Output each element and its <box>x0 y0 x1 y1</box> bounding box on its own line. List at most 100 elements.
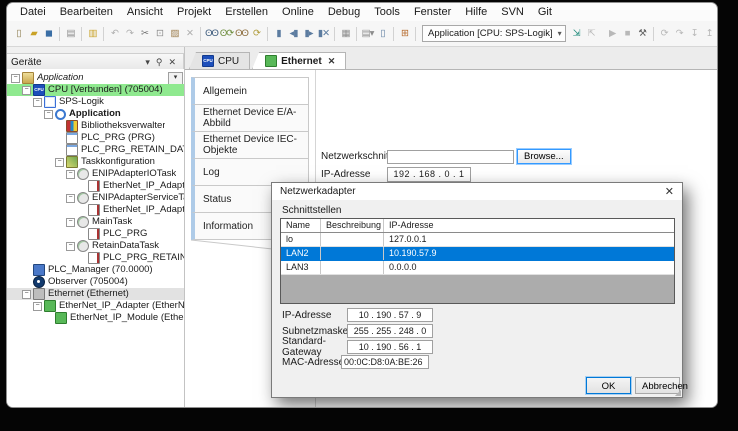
tree-item-retaindatatask[interactable]: −RetainDataTask <box>7 240 184 252</box>
cancel-button[interactable]: Abbrechen <box>635 377 680 394</box>
editor-sidebar-item-ethernet-device-e-a-abbild[interactable]: Ethernet Device E/A-Abbild <box>191 105 309 132</box>
browse-button[interactable]: Browse... <box>517 149 571 164</box>
tree-item-application[interactable]: −Application▾ <box>7 72 184 84</box>
save-icon[interactable]: ◼ <box>41 25 56 42</box>
tree-item-cpu-verbunden-705004[interactable]: −CPU [Verbunden] (705004) <box>7 84 184 96</box>
table-row-lo[interactable]: lo127.0.0.1 <box>281 233 674 247</box>
refactor-icon[interactable]: ▦ <box>338 25 353 42</box>
new-object-icon[interactable]: ▤▾ <box>360 25 375 42</box>
tree-item-plc-prg[interactable]: PLC_PRG <box>7 228 184 240</box>
toggle-bookmark-icon[interactable]: ▮ <box>271 25 286 42</box>
dialog-ip-value[interactable]: 10 . 190 . 57 . 9 <box>347 308 433 322</box>
tab-close-icon[interactable]: ✕ <box>328 56 336 67</box>
replace-next-icon[interactable]: ⟳ <box>249 25 264 42</box>
close-icon[interactable]: ✕ <box>165 57 179 68</box>
menu-item-git[interactable]: Git <box>531 6 559 18</box>
login-icon[interactable]: ⇲ <box>569 25 584 42</box>
expander-icon[interactable]: − <box>22 290 31 299</box>
tree-item-ethernet-ip-adapter-ioc[interactable]: EtherNet_IP_Adapter.IOC <box>7 180 184 192</box>
editor-sidebar-item-allgemein[interactable]: Allgemein <box>191 77 309 105</box>
tree-item-taskkonfiguration[interactable]: −Taskkonfiguration <box>7 156 184 168</box>
tree-item-ethernet-ip-adapter-ethernet-ip-ad[interactable]: −EtherNet_IP_Adapter (EtherNet/IP Ad <box>7 300 184 312</box>
tree-item-plc-prg-retain-data-prg[interactable]: PLC_PRG_RETAIN_DATA (PRG) <box>7 144 184 156</box>
menu-item-svn[interactable]: SVN <box>494 6 531 18</box>
tree-item-ethernet-ip-adapter-ser[interactable]: EtherNet_IP_Adapter.Ser <box>7 204 184 216</box>
column-header-beschreibung[interactable]: Beschreibung <box>321 219 384 232</box>
step-over-icon[interactable]: ↷ <box>672 25 687 42</box>
start-icon[interactable]: ▶ <box>605 25 620 42</box>
new-file-icon[interactable]: ▯ <box>11 25 26 42</box>
menu-item-erstellen[interactable]: Erstellen <box>218 6 275 18</box>
menu-item-datei[interactable]: Datei <box>13 6 53 18</box>
step-out-icon[interactable]: ↥ <box>702 25 717 42</box>
ip-address-value[interactable]: 192 . 168 . 0 . 1 <box>387 167 471 182</box>
step-into-icon[interactable]: ↧ <box>687 25 702 42</box>
paste-icon[interactable]: ▨ <box>167 25 182 42</box>
chevron-down-icon[interactable]: ▾ <box>558 29 562 38</box>
tree-item-plc-prg-prg[interactable]: PLC_PRG (PRG) <box>7 132 184 144</box>
stop-icon[interactable]: ■ <box>620 25 635 42</box>
tree-item-observer-705004[interactable]: Observer (705004) <box>7 276 184 288</box>
resize-grip-icon[interactable]: ◢ <box>675 388 681 397</box>
active-application-selector[interactable]: Application [CPU: SPS-Logik]▾ <box>422 25 566 42</box>
prev-bookmark-icon[interactable]: ◂▮ <box>286 25 301 42</box>
table-row-lan3[interactable]: LAN30.0.0.0 <box>281 261 674 275</box>
search-next-icon[interactable]: ʘ⟳ <box>219 25 234 42</box>
menu-item-fenster[interactable]: Fenster <box>407 6 458 18</box>
open-project-icon[interactable]: ▰ <box>26 25 41 42</box>
expander-icon[interactable]: − <box>44 110 53 119</box>
expander-icon[interactable]: − <box>33 302 42 311</box>
device-catalog-icon[interactable]: ⊞ <box>397 25 412 42</box>
next-bookmark-icon[interactable]: ▮▸ <box>301 25 316 42</box>
clear-bookmarks-icon[interactable]: ▮✕ <box>316 25 331 42</box>
tree-item-sps-logik[interactable]: −SPS-Logik <box>7 96 184 108</box>
expander-icon[interactable]: − <box>66 194 75 203</box>
dialog-subnet-value[interactable]: 255 . 255 . 248 . 0 <box>347 324 433 338</box>
tab-cpu[interactable]: CPU <box>189 52 250 69</box>
edit-object-icon[interactable]: ▯ <box>375 25 390 42</box>
menu-item-bearbeiten[interactable]: Bearbeiten <box>53 6 120 18</box>
tree-item-ethernet-ip-module-ethernet-ip[interactable]: EtherNet_IP_Module (EtherNet/IP <box>7 312 184 324</box>
single-cycle-icon[interactable]: ⟳ <box>657 25 672 42</box>
pin-icon[interactable]: ⚲ <box>153 57 166 68</box>
column-header-ip-adresse[interactable]: IP-Adresse <box>384 219 674 232</box>
tree-item-plc-manager-70-0000[interactable]: PLC_Manager (70.0000) <box>7 264 184 276</box>
menu-item-hilfe[interactable]: Hilfe <box>458 6 494 18</box>
chevron-down-icon[interactable]: ▾ <box>142 57 153 68</box>
tree-item-application[interactable]: −Application <box>7 108 184 120</box>
tree-item-ethernet-ethernet[interactable]: −Ethernet (Ethernet) <box>7 288 184 300</box>
menu-item-tools[interactable]: Tools <box>367 6 407 18</box>
tree-item-enipadapterservicetask[interactable]: −ENIPAdapterServiceTask <box>7 192 184 204</box>
menu-item-debug[interactable]: Debug <box>321 6 367 18</box>
expander-icon[interactable]: − <box>66 242 75 251</box>
tree-root-dropdown-icon[interactable]: ▾ <box>168 72 183 84</box>
print-icon[interactable]: ▤ <box>63 25 78 42</box>
delete-icon[interactable]: ✕ <box>182 25 197 42</box>
expander-icon[interactable]: − <box>11 74 20 83</box>
column-header-name[interactable]: Name <box>281 219 321 232</box>
build-icon[interactable]: ⚒ <box>635 25 650 42</box>
interfaces-table[interactable]: NameBeschreibungIP-Adresselo127.0.0.1 LAN… <box>280 218 675 304</box>
reset-icon[interactable]: ⟲ <box>717 25 718 42</box>
tree-item-bibliotheksverwalter[interactable]: Bibliotheksverwalter <box>7 120 184 132</box>
copy-icon[interactable]: ⊡ <box>152 25 167 42</box>
tree-item-maintask[interactable]: −MainTask <box>7 216 184 228</box>
logout-icon[interactable]: ⇱ <box>584 25 599 42</box>
network-interface-input[interactable] <box>387 150 514 164</box>
undo-icon[interactable]: ↶ <box>107 25 122 42</box>
redo-icon[interactable]: ↷ <box>122 25 137 42</box>
editor-sidebar-item-ethernet-device-iec-objekte[interactable]: Ethernet Device IEC-Objekte <box>191 132 309 159</box>
cut-icon[interactable]: ✂ <box>137 25 152 42</box>
dialog-titlebar[interactable]: Netzwerkadapter ✕ <box>272 183 682 200</box>
tree-item-enipadapteriotask[interactable]: −ENIPAdapterIOTask <box>7 168 184 180</box>
menu-item-online[interactable]: Online <box>275 6 321 18</box>
replace-icon[interactable]: ʘʘ <box>234 25 249 42</box>
menu-item-projekt[interactable]: Projekt <box>170 6 218 18</box>
dialog-gateway-value[interactable]: 10 . 190 . 56 . 1 <box>347 340 433 354</box>
menu-item-ansicht[interactable]: Ansicht <box>120 6 170 18</box>
expander-icon[interactable]: − <box>33 98 42 107</box>
copy-project-icon[interactable]: ▥ <box>85 25 100 42</box>
expander-icon[interactable]: − <box>66 170 75 179</box>
search-icon[interactable]: ʘʘ <box>204 25 219 42</box>
tree-item-plc-prg-retain-data[interactable]: PLC_PRG_RETAIN_DATA <box>7 252 184 264</box>
